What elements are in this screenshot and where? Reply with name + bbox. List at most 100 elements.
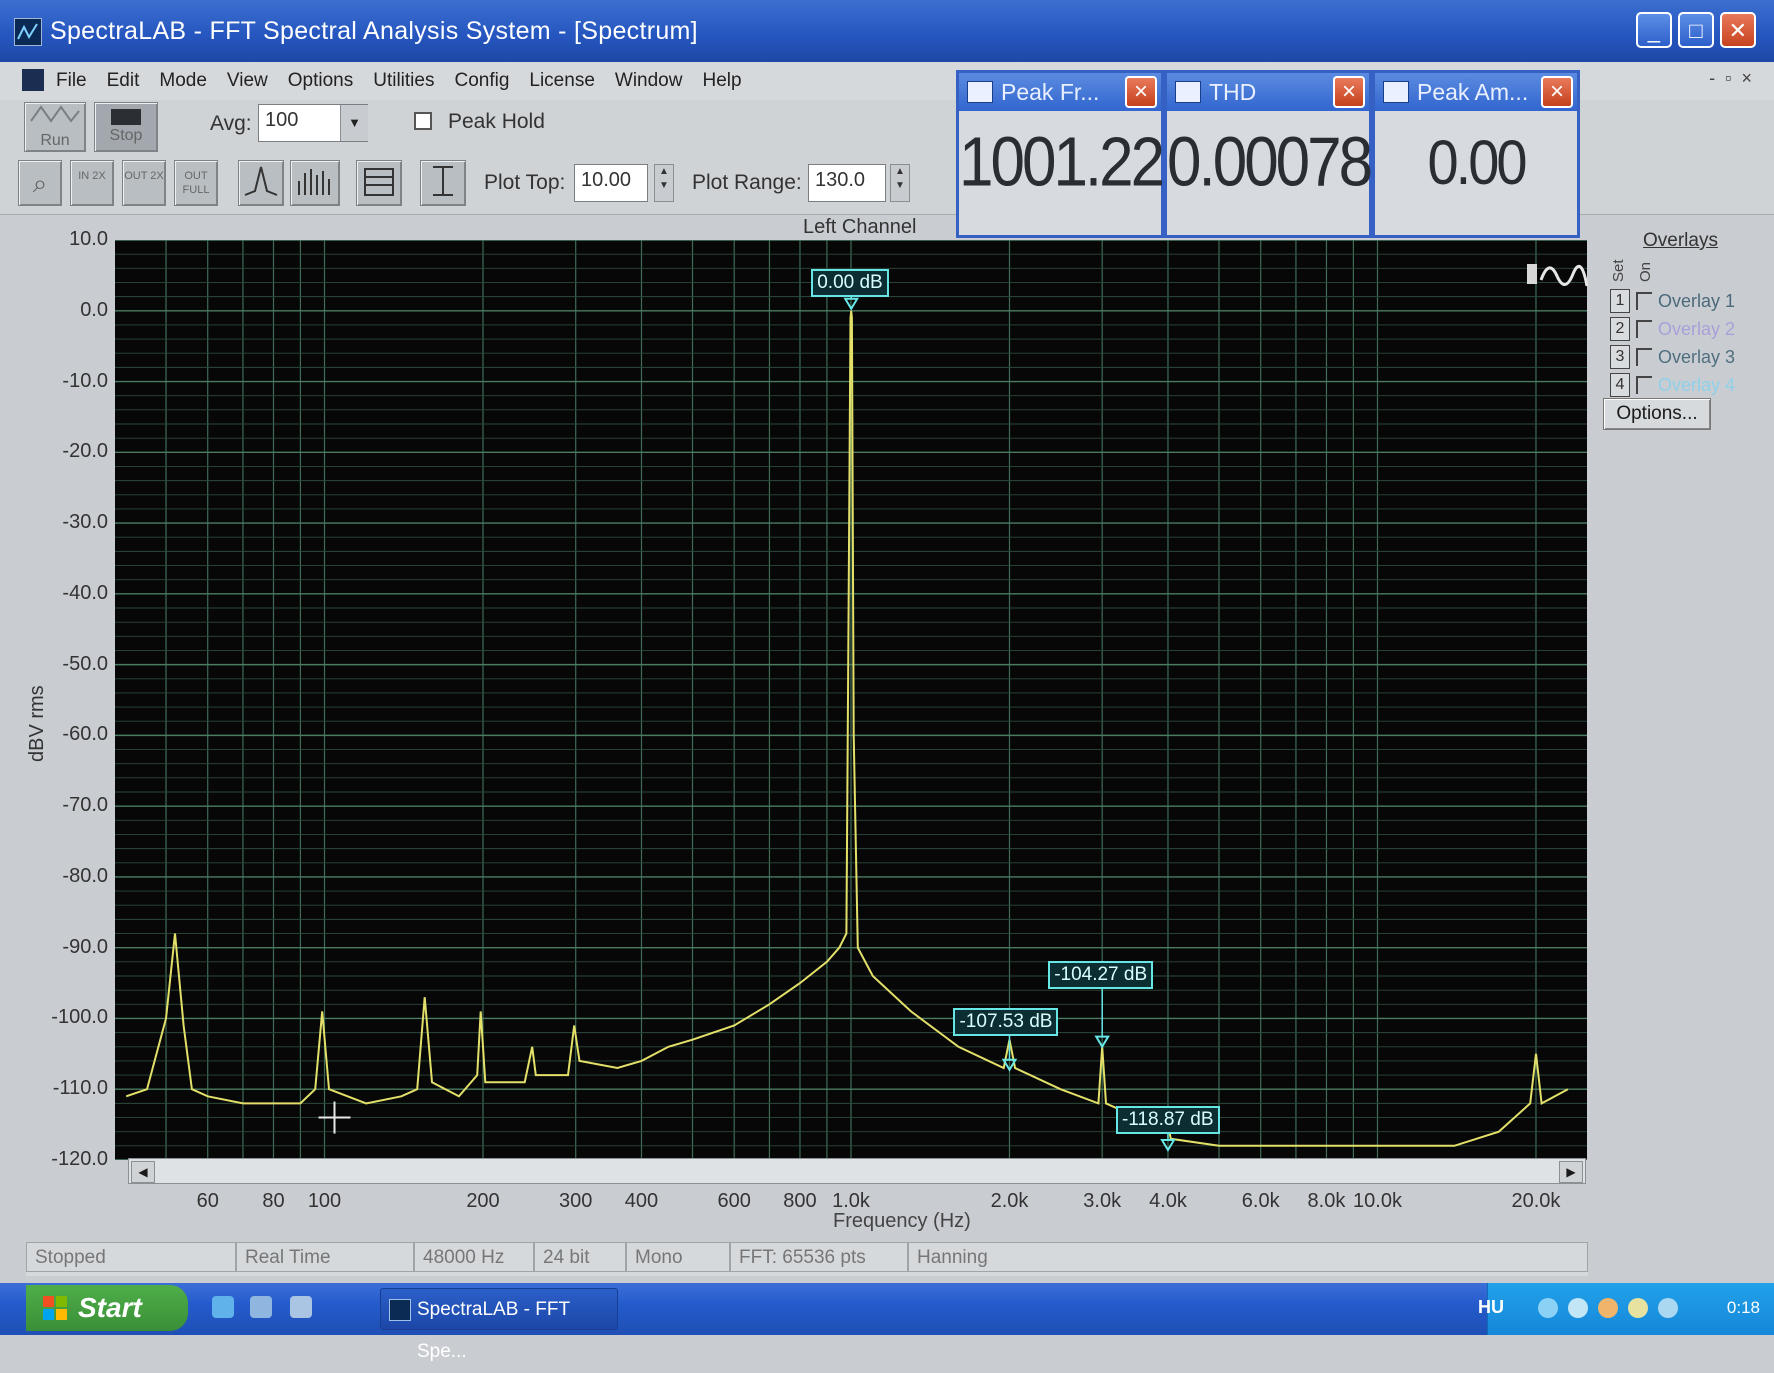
y-tick-label: -20.0 [62, 440, 108, 463]
run-button[interactable]: Run [24, 102, 86, 152]
range-button[interactable] [420, 160, 466, 206]
scroll-left-icon[interactable]: ◀ [131, 1161, 155, 1183]
peak-marker-label: -104.27 dB [1048, 960, 1154, 989]
y-tick-label: -120.0 [51, 1148, 108, 1170]
taskbar-item-spectralab[interactable]: SpectraLAB - FFT Spe... [380, 1288, 618, 1362]
zoom-out-button[interactable]: OUT 2X [122, 160, 166, 206]
windows-logo-icon [43, 1296, 67, 1320]
plot-top-input[interactable]: 10.00 [574, 164, 648, 202]
overlay-checkbox[interactable] [1636, 320, 1652, 338]
overlay-options-button[interactable]: Options... [1603, 398, 1711, 430]
overlays-set-label: Set [1610, 259, 1627, 282]
spectrum-series-line [125, 310, 1569, 1147]
desktop-quicklaunch-icon[interactable] [290, 1296, 312, 1318]
menu-window[interactable]: Window [615, 70, 683, 92]
x-tick-label: 200 [466, 1190, 500, 1212]
safely-remove-icon[interactable] [1658, 1298, 1678, 1318]
ie-quicklaunch-icon[interactable] [212, 1296, 234, 1318]
minimize-button[interactable]: _ [1636, 12, 1672, 48]
plot-top-label: Plot Top: [484, 171, 566, 194]
menu-license[interactable]: License [529, 70, 595, 92]
overlays-title: Overlays [1643, 230, 1718, 251]
maximize-button[interactable]: □ [1678, 12, 1714, 48]
peak-marker-label: -107.53 dB [953, 1007, 1059, 1036]
plot-range-input[interactable]: 130.0 [808, 164, 886, 202]
status-state: Stopped [26, 1242, 236, 1272]
spectrum-plot[interactable] [115, 240, 1587, 1160]
overlay-set-button[interactable]: 4 [1610, 373, 1630, 397]
waveform-icon [30, 105, 80, 123]
mdi-minimize-button[interactable]: - [1709, 68, 1715, 89]
document-icon[interactable] [22, 69, 44, 91]
overlay-row: 3 Overlay 3 [1610, 344, 1735, 370]
menu-edit[interactable]: Edit [107, 70, 140, 92]
zoom-out-label: OUT 2X [124, 170, 164, 182]
peak-marker-label: 0.00 dB [811, 268, 889, 297]
overlay-checkbox[interactable] [1636, 348, 1652, 366]
overlay-set-button[interactable]: 1 [1610, 289, 1630, 313]
vertical-range-icon [433, 166, 453, 196]
stop-button[interactable]: Stop [94, 102, 158, 152]
spectrum-chart[interactable] [115, 240, 1587, 1160]
overlay-checkbox[interactable] [1636, 376, 1652, 394]
plot-range-label: Plot Range: [692, 171, 802, 194]
status-channels: Mono [626, 1242, 730, 1272]
frequency-scrollbar[interactable]: ◀ ▶ [128, 1158, 1586, 1184]
zoom-full-button[interactable]: OUT FULL [174, 160, 218, 206]
menu-config[interactable]: Config [454, 70, 509, 92]
y-tick-label: -100.0 [51, 1006, 108, 1029]
run-label: Run [40, 132, 70, 149]
taskbar: Start SpectraLAB - FFT Spe... 0:18 HU [0, 1283, 1774, 1362]
overlay-row: 4 Overlay 4 [1610, 372, 1735, 398]
bar-spectrum-button[interactable] [290, 160, 340, 206]
plot-top-spinner[interactable]: ▲ ▼ [654, 164, 674, 202]
security-icon[interactable] [1598, 1298, 1618, 1318]
network-icon[interactable] [1538, 1298, 1558, 1318]
x-tick-label: 3.0k [1083, 1190, 1122, 1212]
panel-icon [364, 168, 394, 196]
menu-view[interactable]: View [227, 70, 268, 92]
menu-utilities[interactable]: Utilities [373, 70, 434, 92]
zoom-in-label: IN 2X [78, 170, 106, 182]
update-icon[interactable] [1568, 1298, 1588, 1318]
close-button[interactable]: ✕ [1720, 12, 1756, 48]
menu-options[interactable]: Options [288, 70, 353, 92]
magnifier-icon[interactable]: ⌕ [18, 160, 62, 206]
settings-panel-button[interactable] [356, 160, 402, 206]
peak-frequency-meter[interactable]: Peak Fr... × 1001.22 Hz [956, 70, 1165, 333]
y-tick-label: -80.0 [62, 864, 108, 887]
status-window: Hanning [908, 1242, 1588, 1272]
status-fft-size: FFT: 65536 pts [730, 1242, 908, 1272]
thd-meter[interactable]: THD × 0.00078 % [1164, 70, 1373, 333]
x-tick-label: 600 [717, 1190, 751, 1212]
peak-amplitude-meter[interactable]: Peak Am... × 0.00 dBV rms [1372, 70, 1580, 330]
avg-label: Avg: [210, 112, 252, 135]
menu-help[interactable]: Help [702, 70, 741, 92]
zoom-in-button[interactable]: IN 2X [70, 160, 114, 206]
taskbar-item-label: SpectraLAB - FFT Spe... [417, 1299, 570, 1362]
bar-spectrum-icon [298, 169, 330, 195]
volume-icon[interactable] [1628, 1298, 1648, 1318]
plot-range-spinner[interactable]: ▲ ▼ [890, 164, 910, 202]
y-tick-label: -40.0 [62, 581, 108, 604]
overlay-checkbox[interactable] [1636, 292, 1652, 310]
media-quicklaunch-icon[interactable] [250, 1296, 272, 1318]
x-tick-label: 100 [307, 1190, 342, 1212]
scroll-right-icon[interactable]: ▶ [1559, 1161, 1583, 1183]
menu-mode[interactable]: Mode [159, 70, 207, 92]
overlay-label: Overlay 1 [1658, 290, 1736, 311]
cursor-mode-icon[interactable] [1525, 258, 1589, 301]
avg-dropdown-icon[interactable]: ▼ [340, 105, 368, 141]
overlay-set-button[interactable]: 2 [1610, 317, 1630, 341]
y-tick-label: -70.0 [62, 794, 108, 817]
mdi-close-button[interactable]: × [1741, 68, 1752, 89]
overlay-set-button[interactable]: 3 [1610, 345, 1630, 369]
peak-line-button[interactable] [238, 160, 284, 206]
language-indicator[interactable]: HU [1478, 1297, 1504, 1318]
y-tick-label: -60.0 [62, 723, 108, 746]
start-button[interactable]: Start [26, 1285, 188, 1331]
peak-hold-checkbox[interactable] [414, 112, 432, 130]
mdi-restore-button[interactable]: ▫ [1725, 68, 1731, 89]
menu-file[interactable]: File [56, 70, 87, 92]
y-tick-label: 0.0 [80, 298, 108, 321]
